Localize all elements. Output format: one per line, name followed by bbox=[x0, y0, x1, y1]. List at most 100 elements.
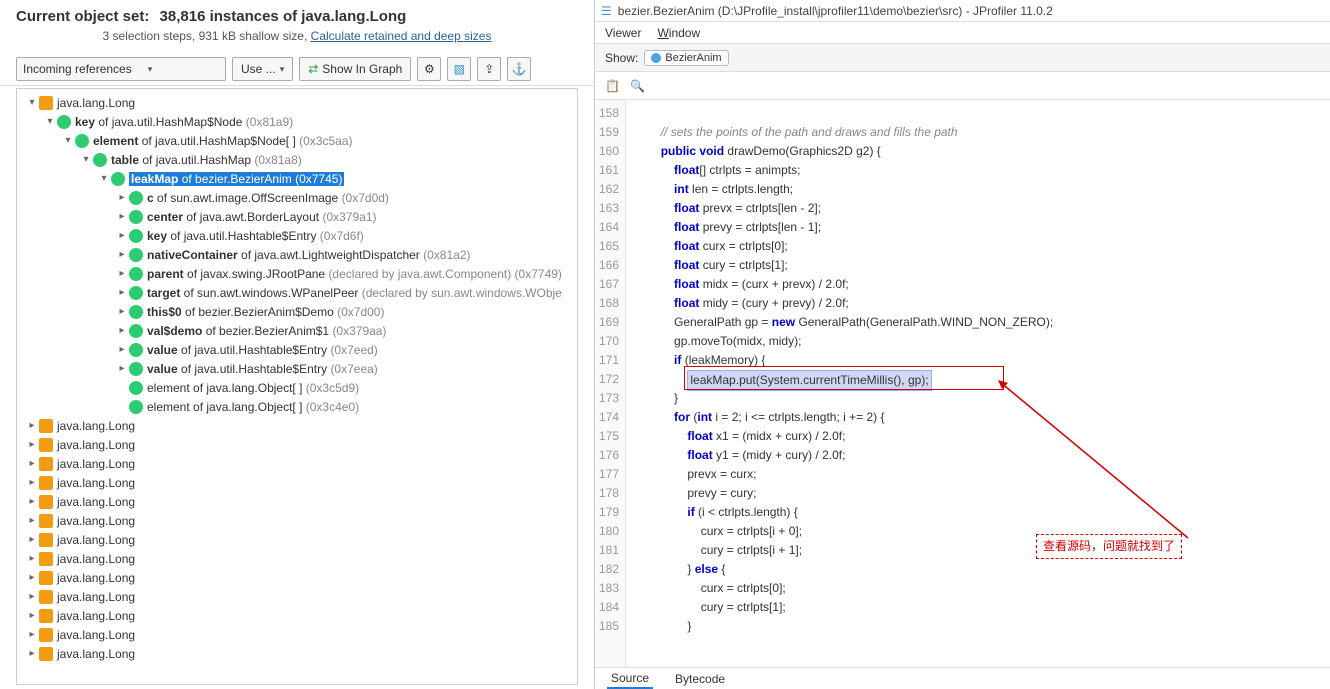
tree-label: java.lang.Long bbox=[57, 476, 135, 490]
line-number: 178 bbox=[599, 484, 619, 503]
code-line bbox=[634, 104, 1322, 123]
expander-closed-icon[interactable]: ▸ bbox=[115, 248, 129, 262]
expander-open-icon[interactable]: ▾ bbox=[79, 153, 93, 167]
code-line: // sets the points of the path and draws… bbox=[634, 123, 1322, 142]
expander-closed-icon[interactable]: ▸ bbox=[25, 533, 39, 547]
code-line: float curx = ctrlpts[0]; bbox=[634, 237, 1322, 256]
search-button[interactable]: 🔍 bbox=[630, 79, 645, 93]
tree-row[interactable]: ▸java.lang.Long bbox=[17, 644, 577, 663]
tree-row[interactable]: ▸java.lang.Long bbox=[17, 606, 577, 625]
copy-button[interactable]: 📋 bbox=[605, 79, 620, 93]
show-in-graph-button[interactable]: ⇄ Show In Graph bbox=[299, 57, 411, 81]
tree-row[interactable]: ▾java.lang.Long bbox=[17, 93, 577, 112]
tree-row[interactable]: ▸java.lang.Long bbox=[17, 587, 577, 606]
expander-closed-icon[interactable]: ▸ bbox=[115, 229, 129, 243]
tree-row[interactable]: ▸java.lang.Long bbox=[17, 511, 577, 530]
tree-row[interactable]: ▸java.lang.Long bbox=[17, 568, 577, 587]
expander-closed-icon[interactable]: ▸ bbox=[25, 628, 39, 642]
tree-row[interactable]: ▸value of java.util.Hashtable$Entry (0x7… bbox=[17, 359, 577, 378]
tree-row[interactable]: ▸center of java.awt.BorderLayout (0x379a… bbox=[17, 207, 577, 226]
reference-tree[interactable]: ▾java.lang.Long▾key of java.util.HashMap… bbox=[16, 88, 578, 685]
tree-row[interactable]: ▸java.lang.Long bbox=[17, 625, 577, 644]
class-icon bbox=[39, 457, 53, 471]
anchor-button[interactable]: ⚓ bbox=[507, 57, 531, 81]
chevron-down-icon: ▾ bbox=[148, 64, 153, 75]
menu-window[interactable]: Window bbox=[657, 26, 700, 40]
toolbar: Incoming references ▾ Use ... ▾ ⇄ Show I… bbox=[0, 53, 594, 86]
sub-prefix: 3 selection steps, 931 kB shallow size, bbox=[103, 29, 308, 43]
expander-closed-icon[interactable]: ▸ bbox=[115, 305, 129, 319]
tree-row[interactable]: ▸ this$0 of bezier.BezierAnim$Demo (0x7d0… bbox=[17, 302, 577, 321]
expander-open-icon[interactable]: ▾ bbox=[61, 134, 75, 148]
breadcrumb[interactable]: BezierAnim bbox=[644, 50, 728, 66]
class-icon bbox=[39, 609, 53, 623]
tab-bytecode[interactable]: Bytecode bbox=[671, 670, 729, 688]
tree-row[interactable]: ▸c of sun.awt.image.OffScreenImage (0x7d… bbox=[17, 188, 577, 207]
line-number: 161 bbox=[599, 161, 619, 180]
field-icon bbox=[129, 400, 143, 414]
calculate-link[interactable]: Calculate retained and deep sizes bbox=[311, 29, 492, 43]
tree-row[interactable]: ▸val$demo of bezier.BezierAnim$1 (0x379a… bbox=[17, 321, 577, 340]
expander-closed-icon[interactable]: ▸ bbox=[25, 552, 39, 566]
tree-row[interactable]: ▸value of java.util.Hashtable$Entry (0x7… bbox=[17, 340, 577, 359]
tree-row[interactable]: element of java.lang.Object[ ] (0x3c4e0) bbox=[17, 397, 577, 416]
tree-row[interactable]: element of java.lang.Object[ ] (0x3c5d9) bbox=[17, 378, 577, 397]
tree-row[interactable]: ▾leakMap of bezier.BezierAnim (0x7745) bbox=[17, 169, 577, 188]
tree-row[interactable]: ▾ element of java.util.HashMap$Node[ ] (0… bbox=[17, 131, 577, 150]
expander-closed-icon[interactable]: ▸ bbox=[115, 286, 129, 300]
code-area[interactable]: 1581591601611621631641651661671681691701… bbox=[595, 100, 1330, 667]
expander-closed-icon[interactable]: ▸ bbox=[25, 419, 39, 433]
tree-row[interactable]: ▸java.lang.Long bbox=[17, 454, 577, 473]
line-number: 160 bbox=[599, 142, 619, 161]
line-number: 171 bbox=[599, 351, 619, 370]
expander-closed-icon[interactable]: ▸ bbox=[115, 324, 129, 338]
field-icon bbox=[111, 172, 125, 186]
expander-closed-icon[interactable]: ▸ bbox=[25, 571, 39, 585]
tree-row[interactable]: ▸nativeContainer of java.awt.Lightweight… bbox=[17, 245, 577, 264]
expander-closed-icon[interactable]: ▸ bbox=[25, 609, 39, 623]
menu-viewer[interactable]: Viewer bbox=[605, 26, 641, 40]
tree-label: element of java.util.HashMap$Node[ ] (0x… bbox=[93, 134, 353, 148]
expander-closed-icon[interactable]: ▸ bbox=[115, 343, 129, 357]
crumb-label: BezierAnim bbox=[665, 52, 721, 64]
expander-closed-icon[interactable]: ▸ bbox=[25, 457, 39, 471]
tree-row[interactable]: ▸parent of javax.swing.JRootPane (declar… bbox=[17, 264, 577, 283]
expander-closed-icon[interactable]: ▸ bbox=[115, 267, 129, 281]
line-number: 182 bbox=[599, 560, 619, 579]
tree-row[interactable]: ▸ target of sun.awt.windows.WPanelPeer (d… bbox=[17, 283, 577, 302]
gear-button[interactable]: ⚙ bbox=[417, 57, 441, 81]
tree-row[interactable]: ▸ java.lang.Long bbox=[17, 473, 577, 492]
tree-row[interactable]: ▸java.lang.Long bbox=[17, 435, 577, 454]
export-button[interactable]: ⇪ bbox=[477, 57, 501, 81]
tree-label: table of java.util.HashMap (0x81a8) bbox=[111, 153, 302, 167]
expander-open-icon[interactable]: ▾ bbox=[43, 115, 57, 129]
tree-row[interactable]: ▾key of java.util.HashMap$Node (0x81a9) bbox=[17, 112, 577, 131]
tree-row[interactable]: ▸java.lang.Long bbox=[17, 416, 577, 435]
snapshot-button[interactable]: ▧ bbox=[447, 57, 471, 81]
dropdown-icon: ▾ bbox=[280, 64, 285, 75]
view-mode-select[interactable]: Incoming references ▾ bbox=[16, 57, 226, 81]
tree-row[interactable]: ▸java.lang.Long bbox=[17, 530, 577, 549]
expander-open-icon[interactable]: ▾ bbox=[97, 172, 111, 186]
expander-open-icon[interactable]: ▾ bbox=[25, 96, 39, 110]
expander-closed-icon[interactable]: ▸ bbox=[115, 191, 129, 205]
expander-closed-icon[interactable]: ▸ bbox=[25, 476, 39, 490]
tree-row[interactable]: ▸java.lang.Long bbox=[17, 492, 577, 511]
show-label: Show: bbox=[605, 51, 638, 65]
tree-row[interactable]: ▾ table of java.util.HashMap (0x81a8) bbox=[17, 150, 577, 169]
expander-closed-icon[interactable]: ▸ bbox=[25, 514, 39, 528]
class-icon bbox=[39, 552, 53, 566]
tab-source[interactable]: Source bbox=[607, 669, 653, 689]
expander-closed-icon[interactable]: ▸ bbox=[25, 495, 39, 509]
use-button[interactable]: Use ... ▾ bbox=[232, 57, 293, 81]
expander-closed-icon[interactable]: ▸ bbox=[25, 590, 39, 604]
tree-row[interactable]: ▸key of java.util.Hashtable$Entry (0x7d6… bbox=[17, 226, 577, 245]
expander-closed-icon[interactable]: ▸ bbox=[25, 647, 39, 661]
expander-closed-icon[interactable]: ▸ bbox=[115, 210, 129, 224]
code-line: curx = ctrlpts[i + 0]; bbox=[634, 522, 1322, 541]
expander-closed-icon[interactable]: ▸ bbox=[25, 438, 39, 452]
tree-label: target of sun.awt.windows.WPanelPeer (de… bbox=[147, 286, 562, 300]
tree-row[interactable]: ▸java.lang.Long bbox=[17, 549, 577, 568]
expander-closed-icon[interactable]: ▸ bbox=[115, 362, 129, 376]
tree-label: this$0 of bezier.BezierAnim$Demo (0x7d00… bbox=[147, 305, 384, 319]
